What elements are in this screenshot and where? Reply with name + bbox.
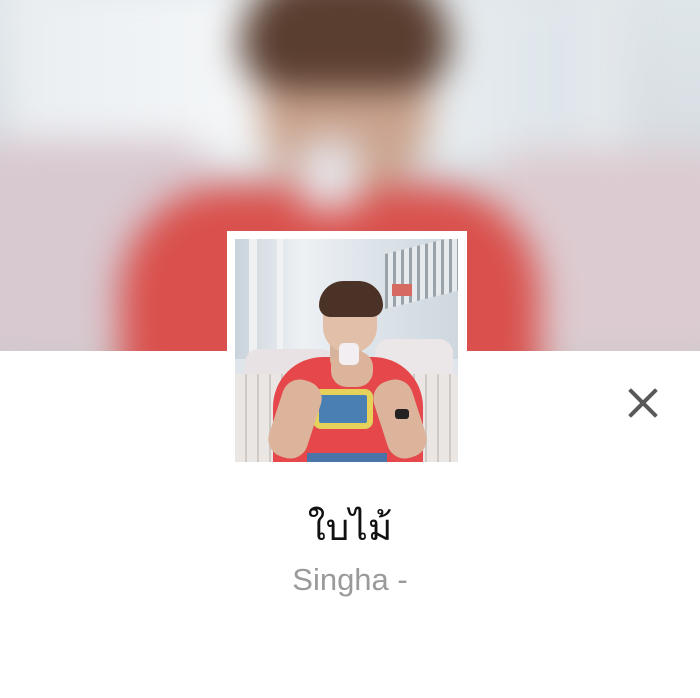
song-title: ใบไม้ xyxy=(307,506,393,549)
close-icon xyxy=(626,386,660,420)
album-cover-frame xyxy=(227,231,467,470)
album-cover-image[interactable] xyxy=(235,239,458,462)
song-artist: Singha - xyxy=(292,562,408,597)
close-button[interactable] xyxy=(620,380,666,426)
